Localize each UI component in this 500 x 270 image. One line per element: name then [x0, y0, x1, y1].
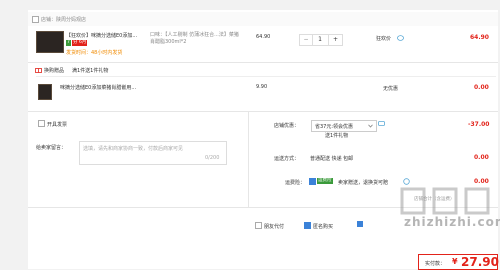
discount-label: 店铺优惠：: [274, 123, 300, 129]
insurance-checkbox[interactable]: [309, 178, 316, 185]
badge-june: 6月: [78, 40, 88, 46]
product-spec: 口味：【人工剔制 仿蒲冰狂合...法】菜猪肖醋脂300ml*2: [150, 32, 239, 45]
divider: [28, 62, 498, 63]
delivery-time: 发货时间：48小时内发货: [66, 50, 123, 56]
invoice-label[interactable]: 开具发票: [47, 121, 67, 128]
discount-select[interactable]: 省37元:领会优惠: [311, 120, 377, 132]
gift-section-label: 换购赠品: [44, 68, 65, 74]
gift-price: 9.90: [256, 84, 268, 90]
column-divider: [248, 111, 249, 207]
message-placeholder: 选填，请先和商家协商一致，付款后商家可见: [83, 146, 184, 152]
friend-pay-checkbox[interactable]: [255, 222, 262, 229]
shop-checkbox[interactable]: [32, 16, 39, 23]
friend-pay-label[interactable]: 朋友代付: [264, 223, 284, 230]
divider: [28, 111, 498, 112]
discount-sub: 送1件礼物: [325, 133, 349, 139]
anonymous-label[interactable]: 匿名购买: [313, 223, 333, 230]
anonymous-checkbox[interactable]: [304, 222, 311, 229]
qty-minus-button[interactable]: −: [300, 35, 313, 45]
message-counter: 0/200: [205, 155, 220, 161]
badge-seven: 7: [66, 40, 71, 46]
qty-value[interactable]: 1: [313, 35, 327, 45]
discount-selected: 省37元:领会优惠: [315, 124, 354, 130]
store-total-label: 店铺合计（含运费）: [414, 197, 455, 202]
shipping-amount: 0.00: [474, 154, 489, 161]
discount-info-icon[interactable]: [378, 121, 385, 127]
gift-title[interactable]: 咪摘分选储E0添加菜猪肖腊嵌用...: [60, 84, 210, 91]
gift-subtotal: 0.00: [474, 84, 489, 91]
qty-plus-button[interactable]: +: [328, 35, 342, 45]
total-amount: 27.90: [461, 255, 499, 269]
option-marker: [357, 221, 363, 227]
promo-label: 狂欢价: [376, 36, 392, 42]
item-subtotal: 64.90: [470, 34, 489, 41]
discount-amount: -37.00: [468, 121, 490, 128]
help-icon[interactable]: [403, 178, 410, 185]
divider: [36, 76, 496, 77]
invoice-checkbox[interactable]: [38, 120, 45, 127]
quantity-stepper[interactable]: − 1 +: [299, 34, 343, 46]
message-textarea[interactable]: 选填，请先和商家协商一致，付款后商家可见 0/200: [79, 141, 227, 165]
gift-rule: 满1件送1件礼物: [72, 68, 109, 74]
gift-promo: 无优惠: [383, 86, 399, 92]
watermark-site: zhizhizhi.com: [404, 215, 500, 229]
product-title[interactable]: 【狂欢价】咪摘分选储E0添加...: [66, 32, 148, 39]
total-box: 实付款： ¥ 27.90: [418, 254, 499, 270]
message-label: 给卖家留言：: [36, 145, 67, 151]
total-label: 实付款：: [425, 261, 446, 267]
insurance-text: 卖家赠送，退换货可赔: [338, 180, 389, 186]
gift-thumbnail[interactable]: [38, 84, 52, 100]
shipping-value: 普通配送 快递 包邮: [310, 156, 354, 162]
insurance-label: 运费险：: [285, 180, 306, 186]
insurance-amount: 0.00: [474, 178, 489, 185]
total-currency: ¥: [452, 257, 458, 266]
shipping-label: 运送方式：: [274, 156, 300, 162]
product-thumbnail[interactable]: [36, 31, 64, 53]
promo-info-icon[interactable]: [397, 35, 404, 41]
shop-name[interactable]: 店铺：陕周分妈观店: [41, 16, 86, 23]
chevron-down-icon: [368, 124, 373, 128]
gift-icon: [35, 68, 42, 73]
insurance-badge: 运费险: [317, 178, 333, 184]
unit-price: 64.90: [256, 34, 271, 40]
shop-header: 店铺：陕周分妈观店: [28, 12, 498, 26]
